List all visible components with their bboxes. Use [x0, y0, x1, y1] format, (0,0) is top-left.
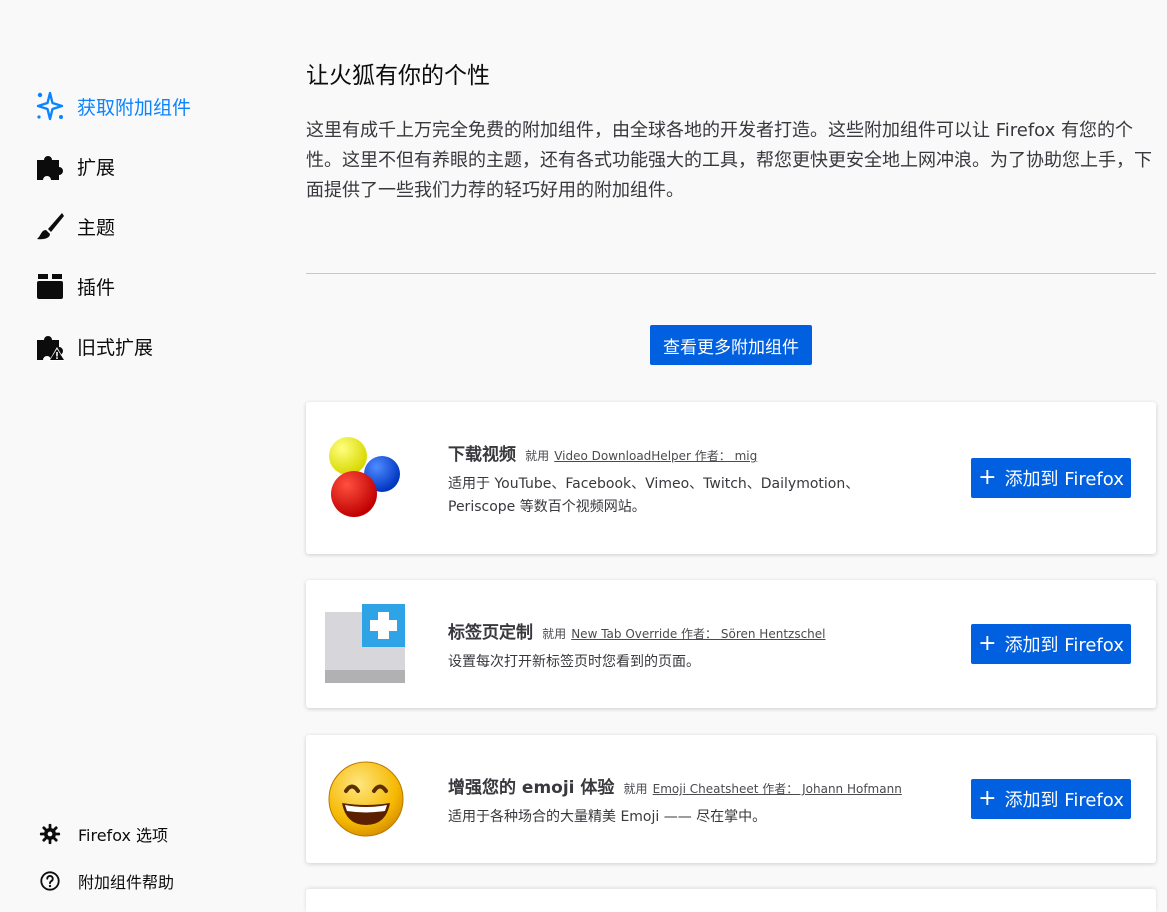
- plugin-icon: [34, 270, 66, 302]
- addon-by: 就用: [542, 627, 567, 641]
- addon-by: 就用: [525, 449, 550, 463]
- addon-title-line: 标签页定制 就用 New Tab Override 作者： Sören Hent…: [448, 618, 908, 643]
- sidebar: 获取附加组件 扩展 主题 插件 旧式扩展 Firefox 选项 附加组件帮助: [0, 0, 280, 912]
- addon-title-line: 下载视频 就用 Video DownloadHelper 作者： mig: [448, 440, 908, 465]
- nav-label: 主题: [77, 216, 116, 239]
- addon-card: 增强您的 emoji 体验 就用 Emoji Cheatsheet 作者： Jo…: [306, 735, 1156, 863]
- nav-themes[interactable]: 主题: [34, 196, 191, 256]
- addon-title-line: 增强您的 emoji 体验 就用 Emoji Cheatsheet 作者： Jo…: [448, 773, 908, 798]
- add-to-firefox-button[interactable]: + 添加到 Firefox: [971, 779, 1131, 819]
- addon-description: 适用于各种场合的大量精美 Emoji —— 尽在掌中。: [448, 809, 767, 825]
- nav-label: 获取附加组件: [77, 96, 192, 119]
- addon-description: 适用于 YouTube、Facebook、Vimeo、Twitch、Dailym…: [448, 476, 860, 515]
- addon-by: 就用: [623, 782, 648, 796]
- nav-label: 旧式扩展: [77, 336, 154, 359]
- video-downloadhelper-icon: [324, 436, 408, 520]
- nav-label: 扩展: [77, 156, 116, 179]
- nav-plugins[interactable]: 插件: [34, 256, 191, 316]
- nav-legacy-extensions[interactable]: 旧式扩展: [34, 316, 191, 376]
- addon-info: 标签页定制 就用 New Tab Override 作者： Sören Hent…: [448, 618, 908, 674]
- add-button-label: 添加到 Firefox: [1004, 469, 1124, 490]
- addon-info: 增强您的 emoji 体验 就用 Emoji Cheatsheet 作者： Jo…: [448, 773, 908, 829]
- nav-get-addons[interactable]: 获取附加组件: [34, 76, 191, 136]
- help-icon: [38, 869, 62, 893]
- new-tab-override-icon: [324, 602, 408, 686]
- plus-icon: +: [978, 465, 997, 490]
- addon-name: 下载视频: [448, 445, 516, 465]
- nav-extensions[interactable]: 扩展: [34, 136, 191, 196]
- addon-link[interactable]: Video DownloadHelper 作者： mig: [554, 449, 757, 463]
- brush-icon: [34, 210, 66, 242]
- emoji-icon: [324, 757, 408, 841]
- addon-info: 下载视频 就用 Video DownloadHelper 作者： mig 适用于…: [448, 440, 908, 519]
- footer-label: 附加组件帮助: [78, 872, 175, 892]
- add-to-firefox-button[interactable]: + 添加到 Firefox: [971, 458, 1131, 498]
- gear-icon: [38, 822, 62, 846]
- see-more-addons-button[interactable]: 查看更多附加组件: [650, 325, 812, 365]
- add-button-label: 添加到 Firefox: [1004, 790, 1124, 811]
- addon-link[interactable]: Emoji Cheatsheet 作者： Johann Hofmann: [653, 782, 902, 796]
- addon-card: 下载视频 就用 Video DownloadHelper 作者： mig 适用于…: [306, 402, 1156, 554]
- puzzle-warning-icon: [34, 330, 66, 362]
- addons-help-link[interactable]: 附加组件帮助: [38, 857, 174, 904]
- divider: [306, 273, 1156, 274]
- nav-label: 插件: [77, 276, 116, 299]
- addon-name: 增强您的 emoji 体验: [448, 778, 615, 798]
- add-to-firefox-button[interactable]: + 添加到 Firefox: [971, 624, 1131, 664]
- page-title: 让火狐有你的个性: [306, 63, 490, 89]
- category-nav: 获取附加组件 扩展 主题 插件 旧式扩展: [34, 76, 191, 376]
- page-description: 这里有成千上万完全免费的附加组件，由全球各地的开发者打造。这些附加组件可以让 F…: [306, 120, 1152, 201]
- plus-icon: +: [978, 631, 997, 656]
- sidebar-footer: Firefox 选项 附加组件帮助: [38, 810, 174, 904]
- addon-card: 标签页定制 就用 New Tab Override 作者： Sören Hent…: [306, 580, 1156, 708]
- addon-card-partial: [306, 889, 1156, 912]
- add-button-label: 添加到 Firefox: [1004, 635, 1124, 656]
- puzzle-icon: [34, 150, 66, 182]
- sparkle-icon: [34, 90, 66, 122]
- addon-description: 设置每次打开新标签页时您看到的页面。: [448, 654, 700, 670]
- addon-name: 标签页定制: [448, 623, 533, 643]
- firefox-options-link[interactable]: Firefox 选项: [38, 810, 174, 857]
- plus-icon: +: [978, 786, 997, 811]
- addon-link[interactable]: New Tab Override 作者： Sören Hentzschel: [571, 627, 825, 641]
- footer-label: Firefox 选项: [78, 825, 169, 845]
